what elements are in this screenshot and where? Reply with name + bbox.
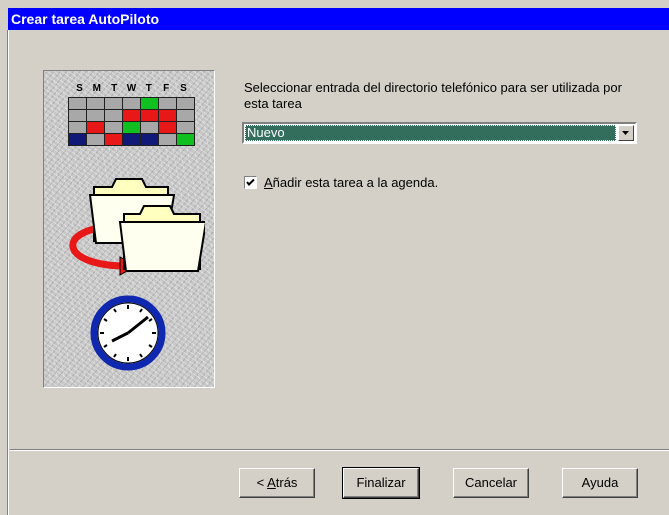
add-to-schedule-checkbox[interactable] bbox=[244, 176, 257, 189]
window-border-highlight bbox=[8, 30, 9, 515]
calendar-cell bbox=[123, 110, 140, 121]
calendar-cell bbox=[105, 122, 122, 133]
calendar-cell bbox=[177, 110, 194, 121]
calendar-cell bbox=[105, 98, 122, 109]
cancel-button[interactable]: Cancelar bbox=[453, 468, 529, 498]
weekday-label: W bbox=[126, 83, 138, 94]
calendar-cell bbox=[141, 122, 158, 133]
button-separator-highlight bbox=[10, 450, 669, 451]
calendar-cell bbox=[105, 134, 122, 145]
calendar-cell bbox=[141, 110, 158, 121]
wizard-illustration: S M T W T F S bbox=[43, 70, 215, 388]
calendar-cell bbox=[123, 98, 140, 109]
calendar-cell bbox=[159, 98, 176, 109]
window-title: Crear tarea AutoPiloto bbox=[11, 11, 160, 27]
calendar-cell bbox=[159, 134, 176, 145]
weekday-label: S bbox=[76, 83, 84, 94]
add-to-schedule-option[interactable]: Añadir esta tarea a la agenda. bbox=[244, 175, 438, 190]
chevron-down-icon bbox=[622, 130, 629, 135]
phonebook-entry-value: Nuevo bbox=[245, 125, 616, 141]
accelerator-key: A bbox=[264, 175, 273, 190]
calendar-cell bbox=[177, 98, 194, 109]
weekday-label: T bbox=[145, 83, 153, 94]
calendar-icon bbox=[68, 97, 195, 146]
calendar-cell bbox=[177, 134, 194, 145]
dropdown-arrow-button[interactable] bbox=[618, 125, 634, 141]
calendar-cell bbox=[69, 134, 86, 145]
clock-icon bbox=[90, 295, 166, 371]
checkmark-icon bbox=[246, 178, 255, 186]
back-button[interactable]: < Atrás bbox=[239, 468, 315, 498]
window-title-bar: Crear tarea AutoPiloto bbox=[8, 8, 669, 30]
calendar-cell bbox=[123, 134, 140, 145]
weekday-label: M bbox=[92, 83, 102, 94]
calendar-cell bbox=[159, 122, 176, 133]
back-label: trás bbox=[275, 475, 298, 490]
calendar-cell bbox=[69, 122, 86, 133]
calendar-cell bbox=[123, 122, 140, 133]
calendar-cell bbox=[87, 110, 104, 121]
calendar-cell bbox=[141, 98, 158, 109]
accelerator-key: A bbox=[267, 475, 276, 490]
folders-sync-icon bbox=[69, 178, 205, 276]
calendar-weekday-header: S M T W T F S bbox=[72, 83, 192, 94]
finish-button[interactable]: Finalizar bbox=[342, 467, 420, 499]
label-text: ñadir esta tarea a la agenda. bbox=[272, 175, 439, 190]
calendar-cell bbox=[177, 122, 194, 133]
calendar-cell bbox=[87, 134, 104, 145]
calendar-cell bbox=[159, 110, 176, 121]
instruction-text: Seleccionar entrada del directorio telef… bbox=[244, 80, 622, 111]
calendar-cell bbox=[87, 122, 104, 133]
calendar-cell bbox=[87, 98, 104, 109]
add-to-schedule-label: Añadir esta tarea a la agenda. bbox=[264, 175, 438, 190]
phonebook-entry-select[interactable]: Nuevo bbox=[242, 122, 637, 144]
calendar-cell bbox=[141, 134, 158, 145]
calendar-cell bbox=[69, 110, 86, 121]
calendar-cell bbox=[105, 110, 122, 121]
back-prefix: < bbox=[256, 475, 268, 490]
weekday-label: T bbox=[111, 83, 119, 94]
weekday-label: S bbox=[180, 83, 188, 94]
weekday-label: F bbox=[163, 83, 171, 94]
help-button[interactable]: Ayuda bbox=[562, 468, 638, 498]
calendar-cell bbox=[69, 98, 86, 109]
